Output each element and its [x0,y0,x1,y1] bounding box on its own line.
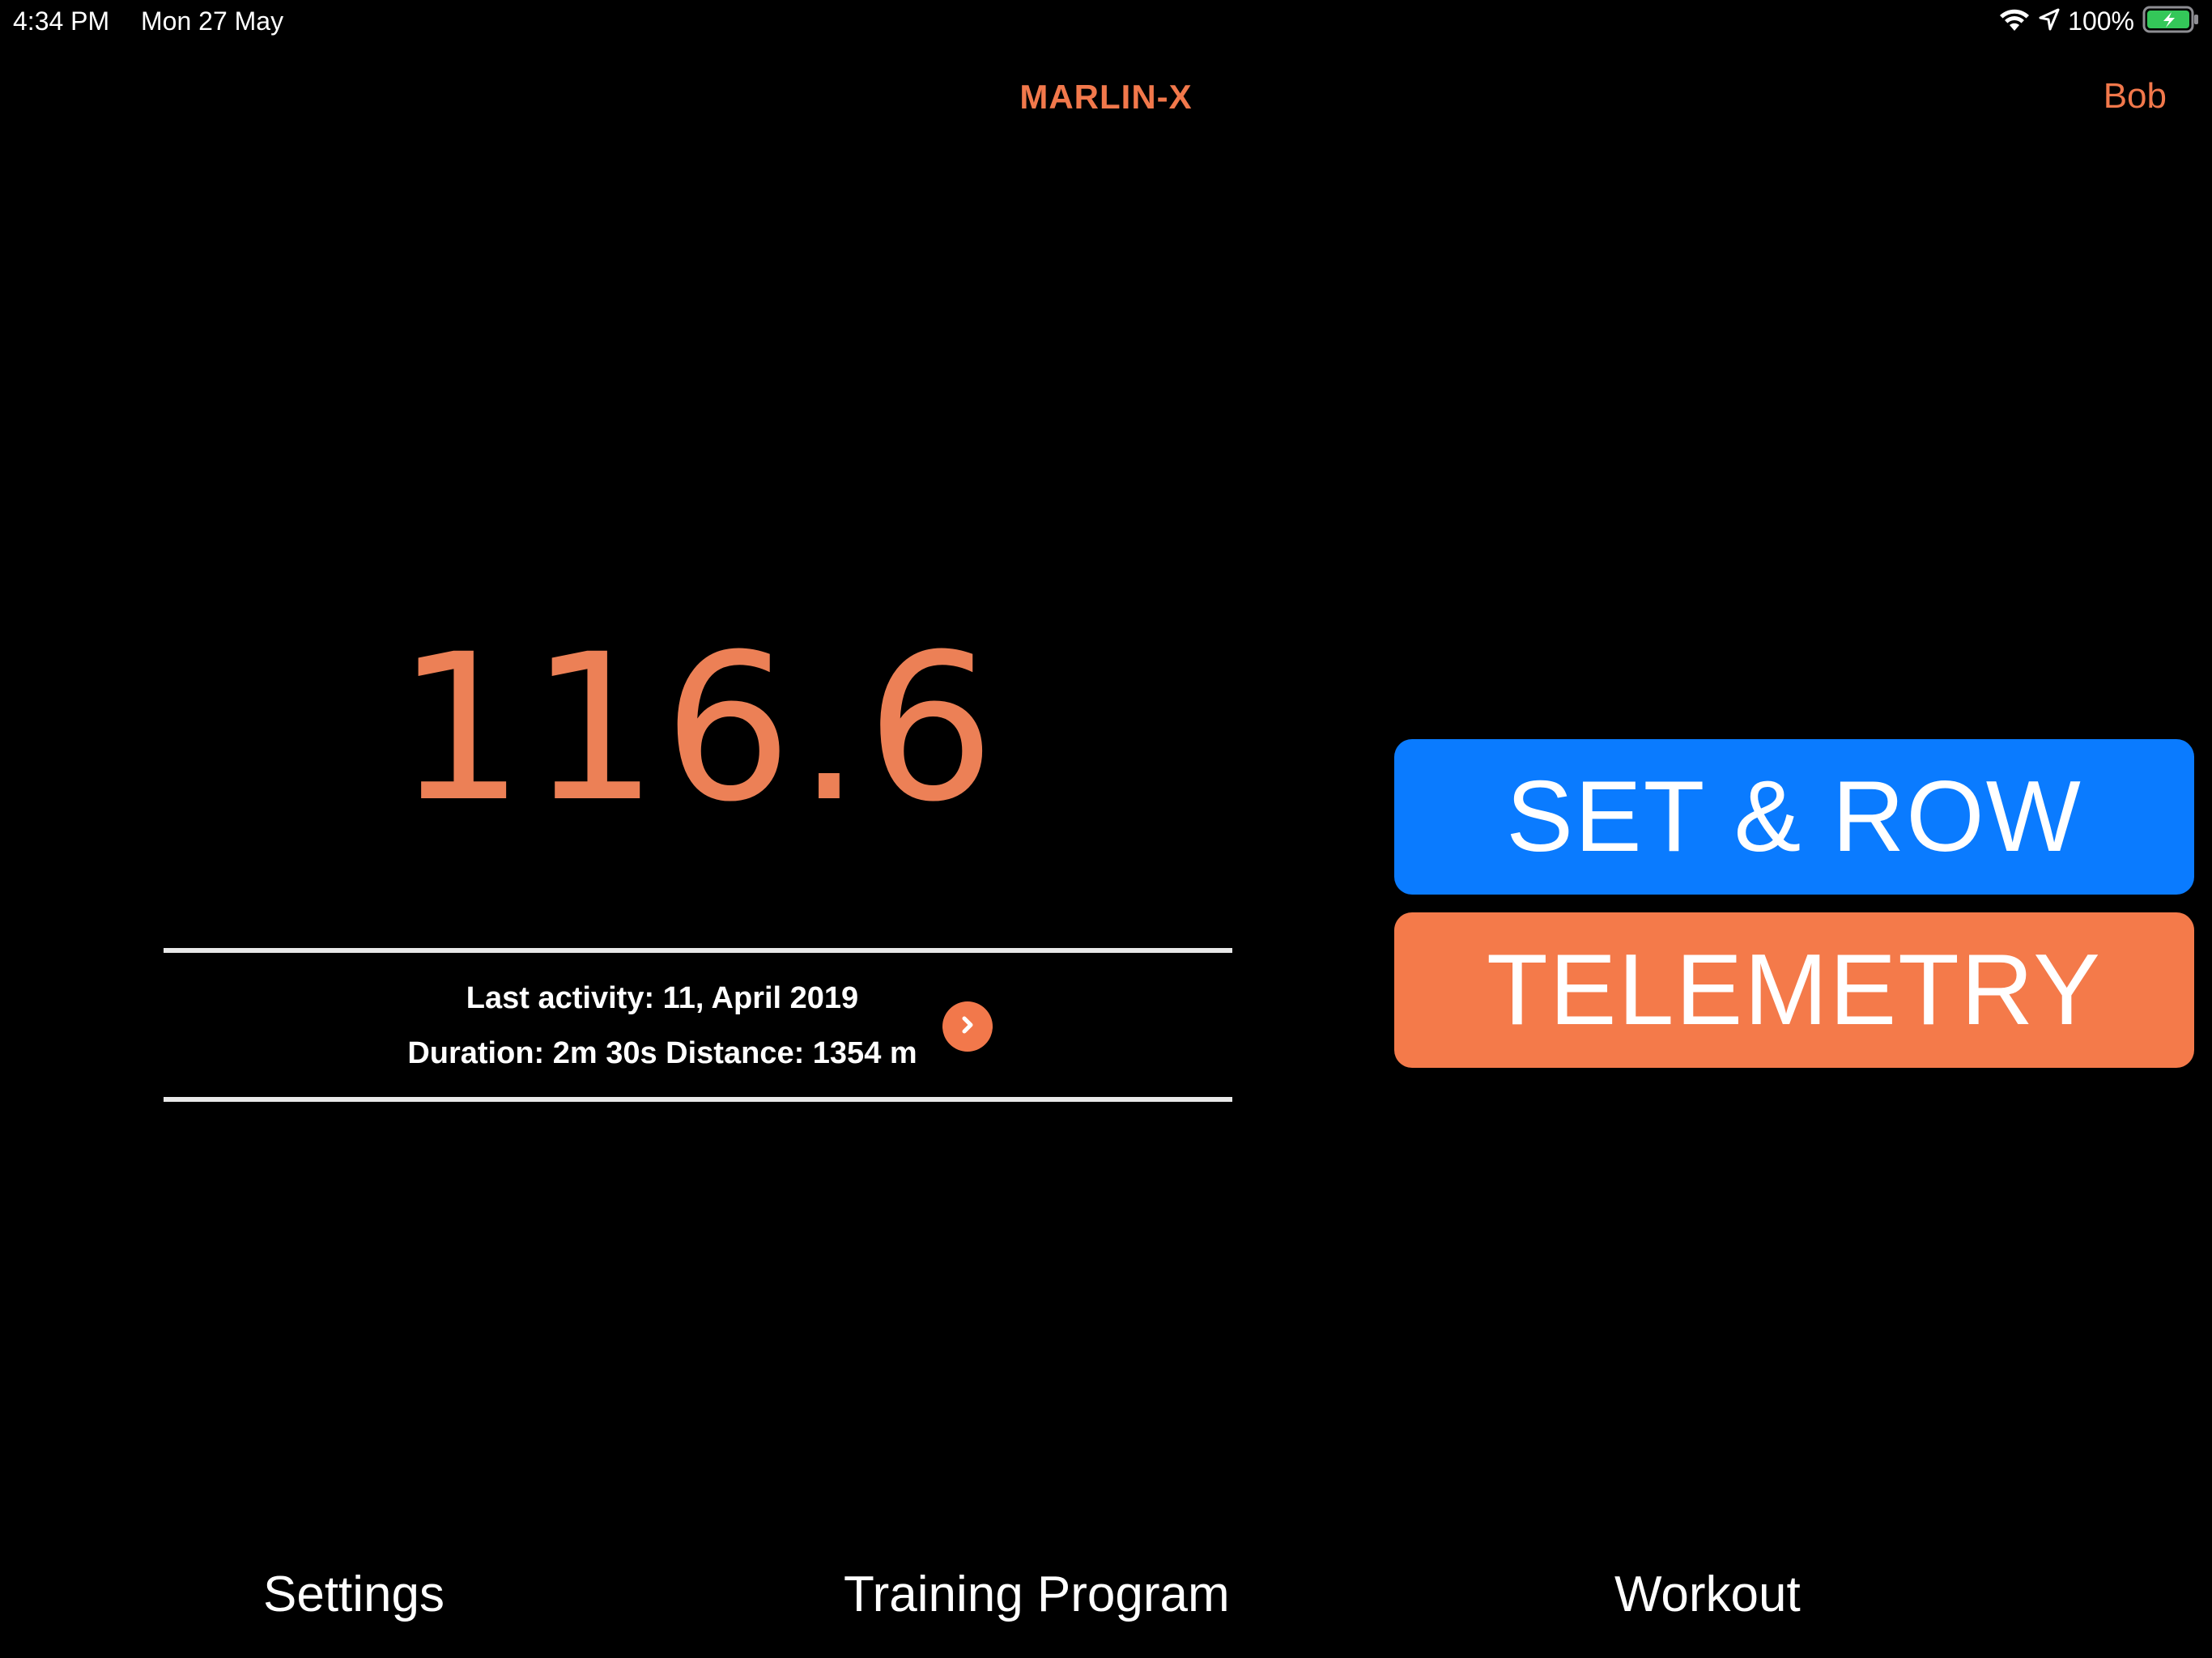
status-indicators: 100% [1998,5,2201,37]
status-date: Mon 27 May [141,6,284,36]
user-button[interactable]: Bob [2104,76,2167,117]
location-arrow-icon [2039,8,2060,35]
divider-bottom [164,1097,1232,1102]
status-bar: 4:34 PM Mon 27 May 100% [0,0,2212,44]
battery-percent: 100% [2068,6,2134,36]
last-activity-text: Last activity: 11, April 2019 [466,981,859,1015]
activity-detail-button[interactable] [942,1001,993,1052]
tab-training-program[interactable]: Training Program [844,1566,1230,1623]
tab-workout[interactable]: Workout [1614,1566,1801,1623]
chevron-right-icon [956,1014,979,1040]
status-time: 4:34 PM [13,6,110,36]
main-value: 116.6 [396,610,1000,846]
activity-summary-text: Duration: 2m 30s Distance: 1354 m [407,1036,917,1070]
divider-top [164,948,1232,953]
tab-settings[interactable]: Settings [263,1566,445,1623]
app-screen: 4:34 PM Mon 27 May 100% MARLIN-X Bob 116… [0,0,2212,1658]
battery-charging-icon [2142,5,2201,38]
app-title: MARLIN-X [1019,78,1193,116]
set-and-row-button[interactable]: SET & ROW [1394,739,2194,895]
wifi-icon [1998,6,2031,36]
telemetry-button[interactable]: TELEMETRY [1394,912,2194,1068]
